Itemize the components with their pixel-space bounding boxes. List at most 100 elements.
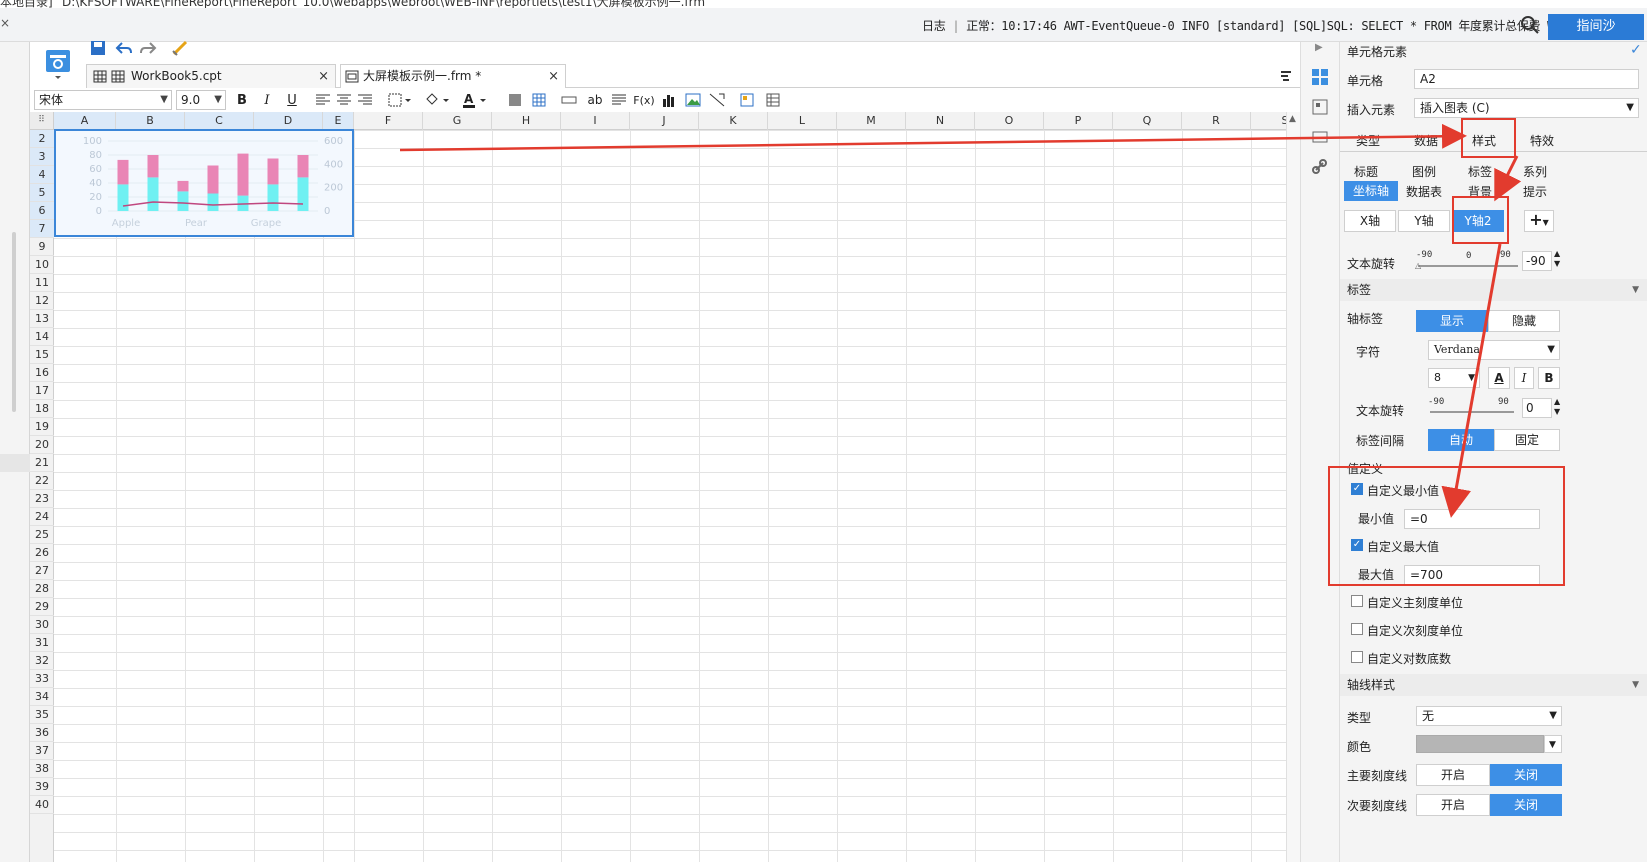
rotate-spinner[interactable]: ▲ ▼ [1554,249,1560,269]
formula-button[interactable]: F(x) [632,91,656,109]
row-header[interactable]: 5 [30,184,54,202]
row-header[interactable]: 39 [30,778,54,796]
row-header[interactable]: 2 [30,130,54,148]
vertical-scrollbar[interactable]: ▲ [1286,112,1300,862]
cell-element-icon[interactable] [1311,68,1329,86]
column-header[interactable]: R [1182,112,1251,130]
condition-icon[interactable] [1311,128,1329,146]
left-scrollbar[interactable] [12,232,16,412]
column-header[interactable]: B [116,112,185,130]
table-icon[interactable] [530,91,548,109]
slash-icon[interactable] [708,91,726,109]
row-header[interactable]: 34 [30,688,54,706]
row-header[interactable]: 33 [30,670,54,688]
row-header[interactable]: 21 [30,454,54,472]
font-size-field[interactable]: 8 ▼ [1428,368,1480,388]
chart-element[interactable]: 100 80 60 40 20 0 600 400 200 0 Apple Pear Grape [54,129,354,237]
cell-field[interactable]: A2 [1414,69,1639,89]
undo-icon[interactable] [114,38,134,58]
rotate-slider-thumb[interactable]: △ [1415,261,1421,270]
tab-workbook5[interactable]: WorkBook5.cpt × [86,64,336,88]
close-icon[interactable]: × [0,16,10,34]
row-header[interactable]: 30 [30,616,54,634]
column-header[interactable]: S [1251,112,1287,130]
border-icon[interactable] [386,91,414,109]
row-header[interactable]: 22 [30,472,54,490]
row-header[interactable]: 17 [30,382,54,400]
row-header[interactable]: 14 [30,328,54,346]
major-tick-on-button[interactable]: 开启 [1416,764,1490,786]
interval-auto-button[interactable]: 自动 [1428,429,1494,451]
column-header[interactable]: N [906,112,975,130]
label-section[interactable]: 标签 ▼ [1340,279,1647,301]
italic-button[interactable]: I [258,91,276,109]
row-header[interactable]: 12 [30,292,54,310]
tab-menu-icon[interactable] [1276,66,1296,86]
cell-attribute-icon[interactable] [1311,98,1329,116]
rotate-slider[interactable] [1418,265,1518,267]
label-rotate-slider[interactable] [1430,411,1514,413]
row-header[interactable]: 18 [30,400,54,418]
row-header[interactable]: 24 [30,508,54,526]
sub-report-icon[interactable] [738,91,756,109]
minor-tick-off-button[interactable]: 关闭 [1490,794,1562,816]
font-select[interactable]: 宋体 ▼ [34,90,172,110]
tab-dashboard[interactable]: 大屏模板示例一.frm * × [340,64,566,88]
textbox-icon[interactable] [560,91,578,109]
fill-color-icon[interactable] [422,91,452,109]
axis-tab-x[interactable]: X轴 [1344,210,1396,232]
bold-button[interactable]: B [233,91,251,109]
row-header[interactable]: 25 [30,526,54,544]
row-header[interactable]: 31 [30,634,54,652]
template-icon[interactable] [44,48,72,80]
custom-log-checkbox[interactable] [1351,651,1363,663]
axis-style-section[interactable]: 轴线样式 ▼ [1340,674,1647,696]
subtab-datasheet[interactable]: 数据表 [1406,183,1442,200]
label-rotate-spinner[interactable]: ▲ ▼ [1554,397,1560,417]
row-header[interactable]: 6 [30,202,54,220]
rotate-value-field[interactable]: -90 [1522,251,1552,271]
log-label[interactable]: 日志 [922,19,946,33]
label-rotate-field[interactable]: 0 [1522,398,1552,418]
row-header[interactable]: 11 [30,274,54,292]
tab-close-icon[interactable]: × [318,65,329,88]
brush-icon[interactable] [170,38,190,58]
subtab-series[interactable]: 系列 [1523,163,1547,180]
search-icon[interactable] [1520,15,1540,35]
subtab-label[interactable]: 标签 [1468,163,1492,180]
row-header[interactable]: 15 [30,346,54,364]
column-header[interactable]: L [768,112,837,130]
row-header[interactable]: 7 [30,220,54,238]
subtab-tooltip[interactable]: 提示 [1523,183,1547,200]
major-tick-off-button[interactable]: 关闭 [1490,764,1562,786]
user-button[interactable]: 指间沙 [1548,14,1644,40]
font-italic-button[interactable]: I [1514,367,1534,389]
row-header[interactable]: 13 [30,310,54,328]
image-icon[interactable] [684,91,702,109]
save-icon[interactable] [88,38,108,58]
custom-minor-checkbox[interactable] [1351,623,1363,635]
paragraph-icon[interactable] [610,91,628,109]
row-header[interactable]: 16 [30,364,54,382]
row-header[interactable]: 36 [30,724,54,742]
row-header[interactable]: 20 [30,436,54,454]
color-dropdown-icon[interactable]: ▼ [1544,735,1562,753]
tab-close-icon[interactable]: × [548,65,559,88]
axis-tab-y[interactable]: Y轴 [1398,210,1450,232]
collapse-arrow-icon[interactable]: ▶ [1315,42,1323,53]
column-header[interactable]: H [492,112,561,130]
tab-effects[interactable]: 特效 [1530,132,1554,149]
select-all-corner[interactable]: ⠿ [30,112,54,130]
column-header[interactable]: I [561,112,630,130]
column-header[interactable]: A [54,112,116,130]
row-header[interactable]: 10 [30,256,54,274]
row-header[interactable]: 35 [30,706,54,724]
subtab-axis[interactable]: 坐标轴 [1344,181,1398,201]
row-header[interactable]: 26 [30,544,54,562]
subtab-title[interactable]: 标题 [1354,163,1378,180]
chart-icon[interactable] [660,91,678,109]
interval-fixed-button[interactable]: 固定 [1494,429,1560,451]
row-header[interactable]: 37 [30,742,54,760]
column-header[interactable]: K [699,112,768,130]
tab-type[interactable]: 类型 [1356,132,1380,149]
